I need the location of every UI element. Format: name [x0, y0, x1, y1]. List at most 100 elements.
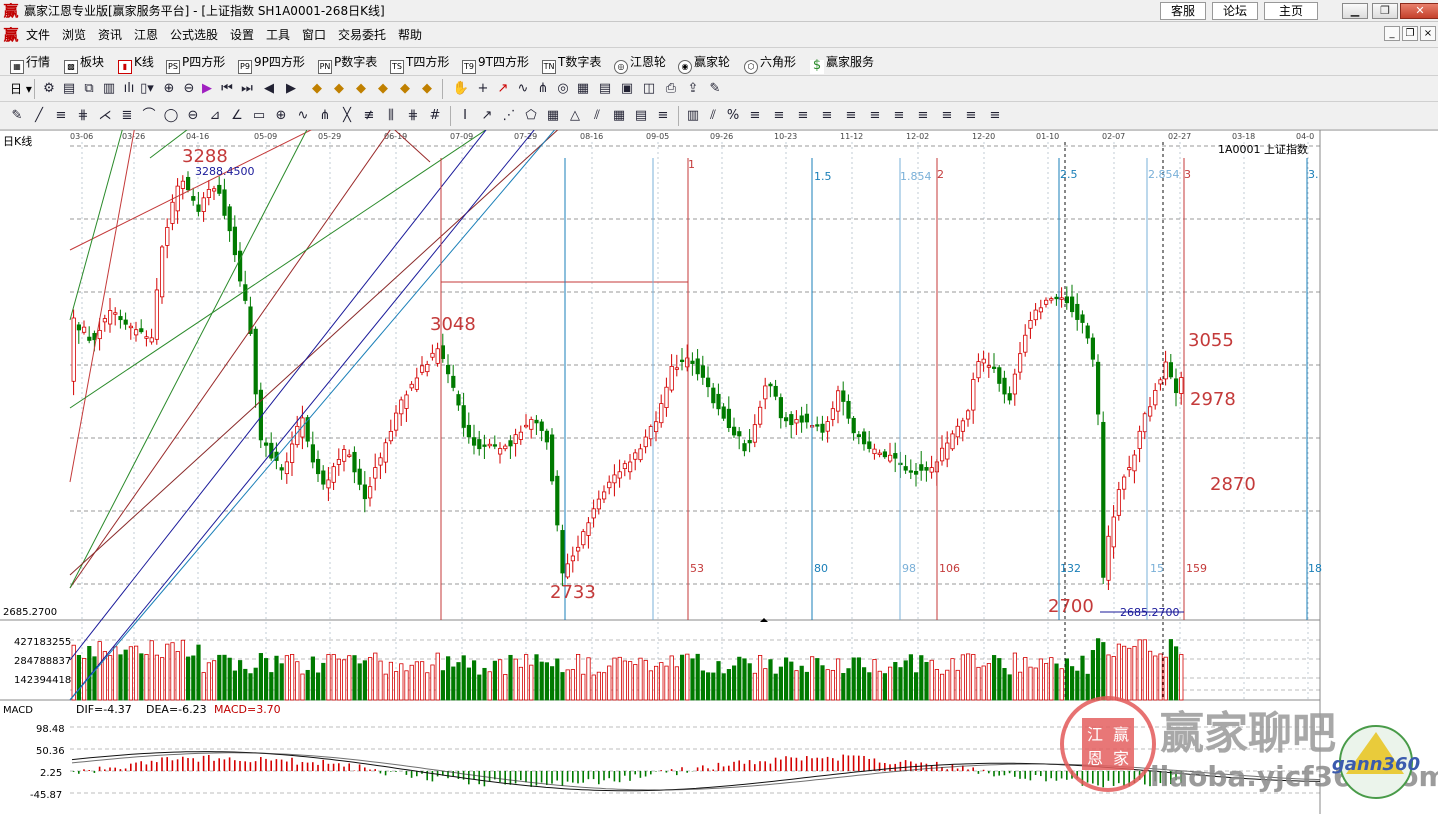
next-icon[interactable]: ▶	[282, 80, 300, 98]
forum-link[interactable]: 论坛	[1212, 2, 1258, 20]
multi-line-tool-icon[interactable]: ⋰	[500, 107, 518, 125]
image-icon[interactable]: ▣	[618, 80, 636, 98]
menu-settings[interactable]: 设置	[230, 29, 254, 41]
minimize-icon[interactable]: ▁	[1342, 3, 1368, 19]
winner-service-button[interactable]: $ 赢家服务	[810, 54, 874, 74]
parallel2-tool-icon[interactable]: ⫽	[588, 107, 606, 125]
level-tool-icon-7[interactable]: ≡	[890, 107, 908, 125]
diamond-icon-1[interactable]: ◆	[308, 80, 326, 98]
arc-tool-icon[interactable]: ⌒	[140, 107, 158, 125]
layers-icon[interactable]: ◫	[640, 80, 658, 98]
winner-wheel-button[interactable]: ◉ 赢家轮	[678, 54, 730, 74]
level-tool-icon-8[interactable]: ≡	[914, 107, 932, 125]
channel-tool-icon[interactable]: ≢	[360, 107, 378, 125]
support-link[interactable]: 客服	[1160, 2, 1206, 20]
chart-settings-icon[interactable]: ⚙	[40, 80, 58, 98]
level-tool-icon-11[interactable]: ≡	[986, 107, 1004, 125]
angle-tool-icon[interactable]: ∠	[228, 107, 246, 125]
restore-icon[interactable]: ❐	[1372, 3, 1398, 19]
comb-tool-icon[interactable]: ⫼	[382, 107, 400, 125]
circle-cross-tool-icon[interactable]: ⊕	[272, 107, 290, 125]
grid-tool-icon[interactable]: ⋕	[74, 107, 92, 125]
level-tool-icon-1[interactable]: ≡	[746, 107, 764, 125]
diamond-icon-3[interactable]: ◆	[352, 80, 370, 98]
hash-tool-icon[interactable]: #	[426, 107, 444, 125]
prev-icon[interactable]: ◀	[260, 80, 278, 98]
period-selector[interactable]: 日 ▾	[10, 80, 32, 98]
t-number-table-button[interactable]: TN T数字表	[542, 54, 601, 74]
mdi-restore-icon[interactable]: ❐	[1402, 26, 1418, 41]
fib-tool-icon[interactable]: ≣	[118, 107, 136, 125]
cycle-tool-icon[interactable]: ⊖	[184, 107, 202, 125]
cross-tool-icon[interactable]: ╳	[338, 107, 356, 125]
menu-help[interactable]: 帮助	[398, 29, 422, 41]
percent-tool-icon[interactable]: %	[724, 107, 742, 125]
menu-browse[interactable]: 浏览	[62, 29, 86, 41]
mdi-close-icon[interactable]: ×	[1420, 26, 1436, 41]
spread-tool-icon[interactable]: ⫽	[704, 107, 722, 125]
p-square-button[interactable]: PS P四方形	[166, 54, 225, 74]
quotes-button[interactable]: ▦ 行情	[10, 54, 50, 74]
menu-window[interactable]: 窗口	[302, 29, 326, 41]
kline-chart[interactable]: 03-06 03-26 04-16 05-09 05-29 06-19 07-09 07-29…	[0, 130, 1438, 814]
level-tool-icon-3[interactable]: ≡	[794, 107, 812, 125]
hand-icon[interactable]: ✋	[452, 80, 470, 98]
menu-file[interactable]: 文件	[26, 29, 50, 41]
diamond-icon-6[interactable]: ◆	[418, 80, 436, 98]
trend-icon[interactable]: ↗	[494, 80, 512, 98]
box-tool-icon[interactable]: ▭	[250, 107, 268, 125]
level-tool-icon-10[interactable]: ≡	[962, 107, 980, 125]
first-icon[interactable]: ⏮	[218, 80, 236, 98]
note-icon[interactable]: ✎	[706, 80, 724, 98]
diamond-icon-4[interactable]: ◆	[374, 80, 392, 98]
menu-info[interactable]: 资讯	[98, 29, 122, 41]
pencil-icon[interactable]: ✎	[8, 107, 26, 125]
grid3-tool-icon[interactable]: ▦	[610, 107, 628, 125]
fan2-tool-icon[interactable]: ⋔	[316, 107, 334, 125]
level-tool-icon-5[interactable]: ≡	[842, 107, 860, 125]
copy-icon[interactable]: ⧉	[80, 80, 98, 98]
homepage-link[interactable]: 主页	[1264, 2, 1318, 20]
text-tool-icon[interactable]: I	[456, 107, 474, 125]
9p-square-button[interactable]: P9 9P四方形	[238, 54, 305, 74]
diamond-icon-2[interactable]: ◆	[330, 80, 348, 98]
book-icon[interactable]: ▥	[100, 80, 118, 98]
hexagon-button[interactable]: ⬡ 六角形	[744, 54, 796, 74]
candle-select-icon[interactable]: ▯▾	[138, 80, 156, 98]
circle-tool-icon[interactable]: ◯	[162, 107, 180, 125]
grid2-tool-icon[interactable]: ⋕	[404, 107, 422, 125]
table-tool-icon[interactable]: ▦	[544, 107, 562, 125]
table-icon[interactable]: ▤	[596, 80, 614, 98]
level-tool-icon-4[interactable]: ≡	[818, 107, 836, 125]
triangle-tool-icon[interactable]: △	[566, 107, 584, 125]
export-icon[interactable]: ⇪	[684, 80, 702, 98]
menu-tools[interactable]: 工具	[266, 29, 290, 41]
fork-icon[interactable]: ⋔	[534, 80, 552, 98]
curve-icon[interactable]: ∿	[514, 80, 532, 98]
zoom-out-icon[interactable]: ⊖	[180, 80, 198, 98]
lines-tool-icon[interactable]: ≡	[654, 107, 672, 125]
t-square-button[interactable]: TS T四方形	[390, 54, 449, 74]
spiral-icon[interactable]: ◎	[554, 80, 572, 98]
parallel-tool-icon[interactable]: ≡	[52, 107, 70, 125]
level-tool-icon-6[interactable]: ≡	[866, 107, 884, 125]
9t-square-button[interactable]: T9 9T四方形	[462, 54, 529, 74]
calendar-icon[interactable]: ▦	[574, 80, 592, 98]
level-tool-icon-2[interactable]: ≡	[770, 107, 788, 125]
level-tool-icon-9[interactable]: ≡	[938, 107, 956, 125]
mdi-minimize-icon[interactable]: _	[1384, 26, 1400, 41]
arrow-tool-icon[interactable]: ↗	[478, 107, 496, 125]
grid4-tool-icon[interactable]: ▤	[632, 107, 650, 125]
p-number-table-button[interactable]: PN P数字表	[318, 54, 377, 74]
line-tool-icon[interactable]: ╱	[30, 107, 48, 125]
gann-wheel-button[interactable]: ◎ 江恩轮	[614, 54, 666, 74]
crosshair-icon[interactable]: +	[474, 80, 492, 98]
fan-tool-icon[interactable]: ⋌	[96, 107, 114, 125]
bar-chart-icon[interactable]: ılı	[120, 80, 138, 98]
play-icon[interactable]: ▶	[198, 80, 216, 98]
indicator-tool-icon[interactable]: ▥	[684, 107, 702, 125]
menu-trade[interactable]: 交易委托	[338, 29, 386, 41]
menu-formula-select[interactable]: 公式选股	[170, 29, 218, 41]
wave-tool-icon[interactable]: ∿	[294, 107, 312, 125]
kline-button[interactable]: ▮ K线	[118, 54, 154, 74]
